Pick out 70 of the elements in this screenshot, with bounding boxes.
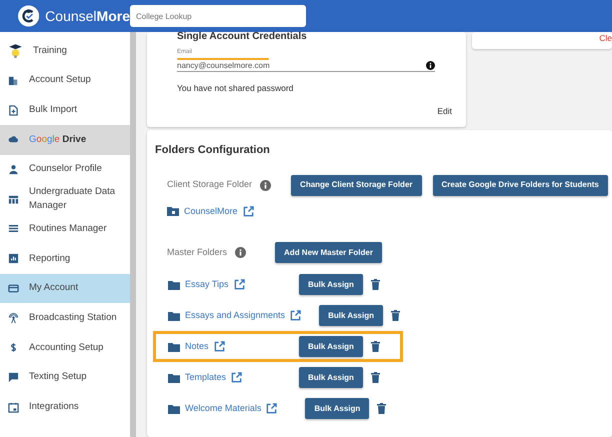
sidebar-item[interactable]: Integrations — [0, 392, 130, 422]
sidebar-item[interactable]: My Account — [0, 274, 130, 304]
sidebar-item[interactable]: Accounting Setup — [0, 332, 130, 363]
trash-icon[interactable] — [370, 279, 380, 290]
logo-icon — [18, 5, 40, 27]
field-label: Client Storage Folder — [167, 178, 252, 192]
external-link-icon[interactable] — [266, 403, 278, 414]
building-icon — [8, 75, 19, 86]
external-link-icon[interactable] — [234, 279, 245, 290]
folder-link[interactable]: Welcome Materials — [185, 402, 262, 416]
card-title: Single Account Credentials — [177, 30, 308, 44]
scrollbar[interactable] — [130, 32, 136, 437]
sidebar-item[interactable]: Undergraduate Data Manager — [0, 184, 130, 214]
bulk-assign-button[interactable]: Bulk Assign — [299, 336, 363, 357]
external-link-icon[interactable] — [231, 372, 242, 383]
sidebar-item[interactable]: Account Setup — [0, 66, 130, 96]
trash-icon[interactable] — [370, 372, 380, 383]
chat-icon — [8, 372, 19, 383]
trash-icon[interactable] — [391, 310, 400, 321]
calendar-icon — [8, 402, 19, 413]
sidebar-item[interactable]: Training — [0, 36, 130, 66]
folder-icon — [168, 342, 180, 352]
sidebar-item[interactable]: Counselor Profile — [0, 154, 130, 184]
external-link-icon[interactable] — [290, 310, 302, 321]
folder-icon — [168, 372, 180, 382]
brand-name: CounselMore — [45, 6, 130, 26]
action-button[interactable]: Change Client Storage Folder — [291, 174, 422, 196]
clear-link[interactable]: Cle — [599, 32, 612, 45]
edit-link[interactable]: Edit — [437, 105, 452, 118]
folder-link[interactable]: Essays and Assignments — [185, 308, 286, 322]
folder-link[interactable]: Templates — [185, 370, 226, 384]
bulk-assign-button[interactable]: Bulk Assign — [305, 398, 370, 419]
dollar-icon — [8, 342, 19, 354]
external-link-icon[interactable] — [242, 206, 254, 217]
bulk-assign-button[interactable]: Bulk Assign — [299, 274, 363, 295]
field-label: Master Folders — [167, 246, 228, 259]
folder-icon — [168, 280, 180, 290]
folder-icon — [167, 206, 179, 216]
bulk-assign-button[interactable]: Bulk Assign — [319, 305, 383, 326]
sidebar-item[interactable]: Broadcasting Station — [0, 303, 130, 333]
graduation-bulb-icon — [8, 43, 23, 58]
sidebar-item[interactable]: Google Drive — [0, 125, 130, 155]
info-icon[interactable] — [426, 61, 435, 70]
sidebar-item[interactable]: Texting Setup — [0, 362, 130, 392]
trash-icon[interactable] — [377, 403, 386, 414]
search-field[interactable]: College Lookup — [130, 5, 306, 27]
person-icon — [8, 164, 19, 176]
folder-link[interactable]: CounselMore — [184, 204, 238, 218]
section-title: Folders Configuration — [155, 143, 271, 158]
folder-icon — [168, 310, 180, 320]
card-icon — [8, 282, 19, 294]
folder-link[interactable]: Essay Tips — [185, 278, 229, 292]
folder-icon — [168, 404, 180, 414]
sidebar-item[interactable]: Reporting — [0, 244, 130, 274]
file-plus-icon — [8, 104, 19, 116]
bulk-assign-button[interactable]: Bulk Assign — [299, 367, 363, 388]
list-icon — [8, 223, 19, 234]
external-link-icon[interactable] — [214, 341, 225, 352]
add-folder-button[interactable]: Add New Master Folder — [275, 242, 382, 263]
cloud-icon — [8, 134, 19, 146]
chart-icon — [8, 253, 19, 264]
antenna-icon — [8, 312, 19, 324]
folder-link[interactable]: Notes — [185, 340, 209, 354]
table-icon — [8, 194, 19, 205]
email-field[interactable]: nancy@counselmore.com — [177, 60, 435, 72]
password-note: You have not shared password — [177, 82, 294, 95]
action-button[interactable]: Create Google Drive Folders for Students — [432, 174, 608, 196]
sidebar-item[interactable]: Routines Manager — [0, 214, 130, 244]
trash-icon[interactable] — [370, 341, 380, 352]
sidebar-item[interactable]: Bulk Import — [0, 95, 130, 126]
